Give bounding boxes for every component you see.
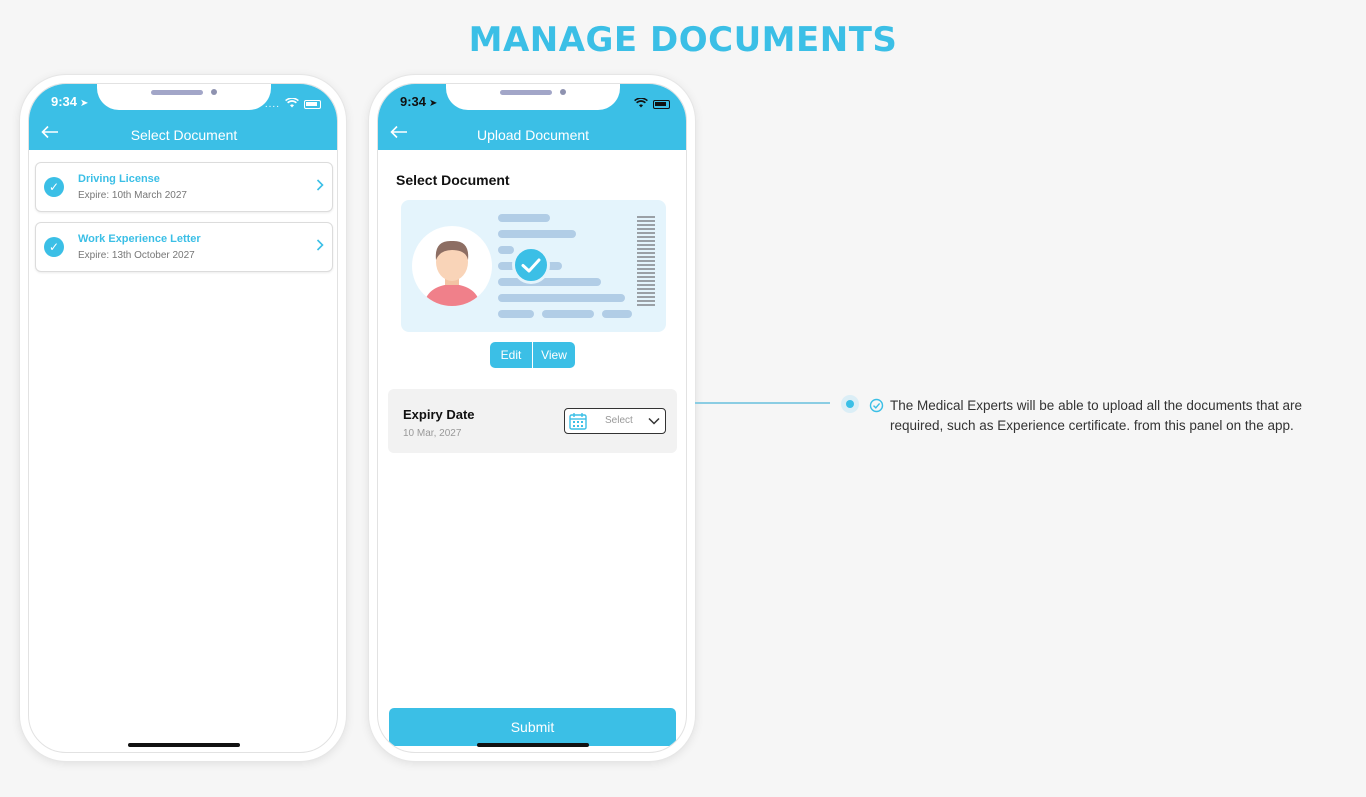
phone-upload-document: 9:34 ➤ Upload Document Select Document E… bbox=[369, 75, 695, 761]
speaker-icon bbox=[500, 90, 552, 95]
phone-screen: 9:34 ➤ .... Select Document ✓ Driving Lic… bbox=[28, 83, 338, 753]
document-item-driving-license[interactable]: ✓ Driving License Expire: 10th March 202… bbox=[35, 162, 333, 212]
feature-description: The Medical Experts will be able to uplo… bbox=[890, 398, 1302, 433]
status-time: 9:34 ➤ bbox=[400, 94, 438, 109]
submit-button[interactable]: Submit bbox=[389, 708, 676, 746]
view-button[interactable]: View bbox=[533, 342, 575, 368]
header-title: Upload Document bbox=[476, 127, 590, 143]
card-action-group: Edit View bbox=[490, 342, 575, 368]
check-circle-icon: ✓ bbox=[44, 177, 64, 197]
check-circle-outline-icon bbox=[869, 398, 884, 418]
callout-connector-line bbox=[695, 402, 830, 404]
camera-icon bbox=[211, 89, 217, 95]
phone-screen: 9:34 ➤ Upload Document Select Document E… bbox=[377, 83, 687, 753]
check-badge-icon bbox=[512, 246, 550, 284]
battery-icon bbox=[653, 99, 670, 109]
document-expire: Expire: 10th March 2027 bbox=[78, 190, 187, 201]
chevron-right-icon bbox=[316, 238, 324, 254]
document-name: Work Experience Letter bbox=[78, 233, 201, 245]
avatar bbox=[412, 226, 492, 306]
calendar-icon bbox=[568, 411, 588, 436]
header-title: Select Document bbox=[130, 127, 238, 143]
barcode bbox=[637, 216, 655, 306]
nav-row: Upload Document bbox=[378, 124, 686, 150]
expiry-panel: Expiry Date 10 Mar, 2027 Select bbox=[388, 389, 677, 453]
status-time: 9:34 ➤ bbox=[51, 94, 89, 109]
app-header: 9:34 ➤ .... Select Document bbox=[29, 84, 337, 150]
app-header: 9:34 ➤ Upload Document bbox=[378, 84, 686, 150]
document-expire: Expire: 13th October 2027 bbox=[78, 250, 195, 261]
wifi-icon bbox=[285, 95, 299, 113]
edit-button[interactable]: Edit bbox=[490, 342, 533, 368]
home-indicator bbox=[128, 743, 240, 747]
document-item-work-experience[interactable]: ✓ Work Experience Letter Expire: 13th Oc… bbox=[35, 222, 333, 272]
select-placeholder: Select bbox=[605, 415, 633, 426]
date-select[interactable]: Select bbox=[564, 408, 666, 434]
id-card-illustration bbox=[401, 200, 666, 332]
home-indicator bbox=[477, 743, 589, 747]
location-arrow-icon: ➤ bbox=[429, 98, 438, 109]
speaker-icon bbox=[151, 90, 203, 95]
section-label: Select Document bbox=[396, 172, 510, 188]
callout-dot bbox=[841, 395, 859, 413]
document-name: Driving License bbox=[78, 173, 160, 185]
status-icons bbox=[634, 95, 670, 113]
phone-notch bbox=[97, 84, 271, 110]
location-arrow-icon: ➤ bbox=[80, 98, 89, 109]
camera-icon bbox=[560, 89, 566, 95]
phone-select-document: 9:34 ➤ .... Select Document ✓ Driving Lic… bbox=[20, 75, 346, 761]
battery-icon bbox=[304, 99, 321, 109]
status-icons: .... bbox=[265, 95, 321, 113]
expiry-label: Expiry Date bbox=[403, 407, 475, 422]
signal-icon: .... bbox=[264, 98, 280, 110]
phone-notch bbox=[446, 84, 620, 110]
expiry-date-value: 10 Mar, 2027 bbox=[403, 428, 462, 439]
nav-row: Select Document bbox=[29, 124, 337, 150]
page-title: MANAGE DOCUMENTS bbox=[468, 20, 898, 60]
wifi-icon bbox=[634, 95, 648, 113]
chevron-right-icon bbox=[316, 178, 324, 194]
chevron-down-icon bbox=[647, 414, 661, 433]
check-circle-icon: ✓ bbox=[44, 237, 64, 257]
